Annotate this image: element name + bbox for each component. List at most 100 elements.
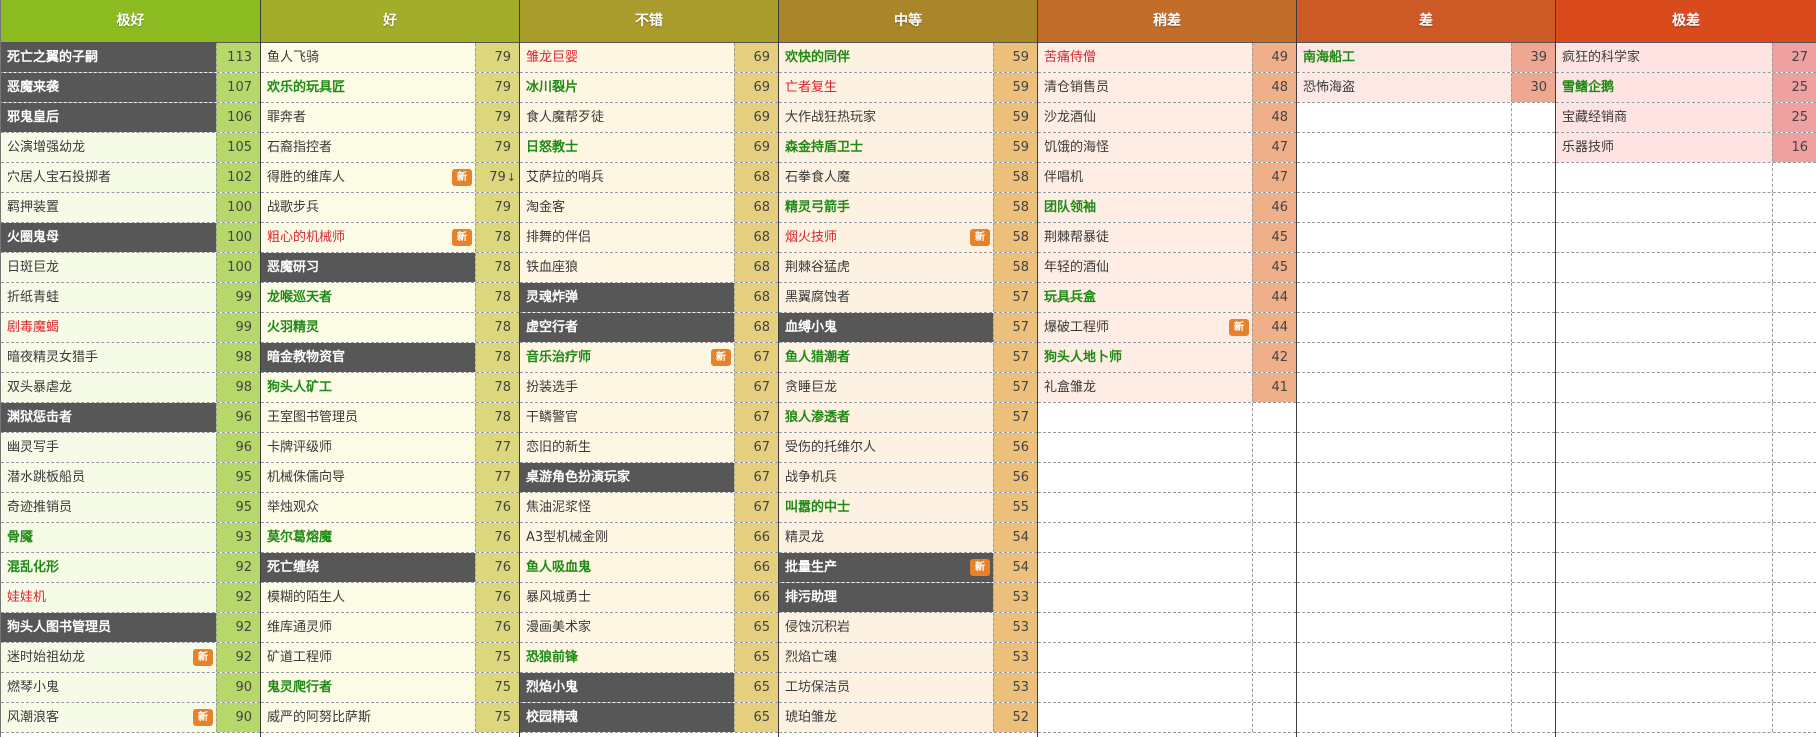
card-row[interactable]: 干鳞警官 67 [520, 403, 778, 433]
card-name[interactable]: 爆破工程师 [1038, 313, 1252, 342]
card-row[interactable]: 羁押装置 100 [1, 193, 260, 223]
card-row[interactable]: 排污助理 53 [779, 583, 1037, 613]
card-row[interactable]: 粗心的机械师新 78 [261, 223, 519, 253]
card-row[interactable]: 灵魂炸弹 68 [520, 283, 778, 313]
card-name[interactable]: 乐器技师 [1556, 133, 1772, 162]
tier-header[interactable]: 稍差 [1038, 0, 1296, 43]
card-row[interactable]: 冰川裂片 69 [520, 73, 778, 103]
card-row[interactable]: 欢乐的玩具匠 79 [261, 73, 519, 103]
card-name[interactable]: 排污助理 [779, 583, 993, 612]
card-row[interactable]: 剧毒魔蝎 99 [1, 313, 260, 343]
card-name[interactable]: 狗头人图书管理员 [1, 613, 216, 642]
card-name[interactable]: 恶魔研习 [261, 253, 475, 282]
card-row[interactable]: 扮装选手 67 [520, 373, 778, 403]
card-name[interactable]: 艾萨拉的哨兵 [520, 163, 734, 192]
card-row[interactable]: 团队领袖 46 [1038, 193, 1296, 223]
card-row[interactable]: 迷时始祖幼龙新 92 [1, 643, 260, 673]
card-row[interactable]: 暴风城勇士 66 [520, 583, 778, 613]
tier-header[interactable]: 不错 [520, 0, 778, 43]
card-name[interactable]: 得胜的维库人 [261, 163, 475, 192]
card-row[interactable]: 混乱化形 92 [1, 553, 260, 583]
card-row[interactable]: 叫嚣的中士 55 [779, 493, 1037, 523]
card-row[interactable]: 漫画美术家 65 [520, 613, 778, 643]
card-row[interactable]: 石拳食人魔 58 [779, 163, 1037, 193]
card-row[interactable]: 死亡缠绕 76 [261, 553, 519, 583]
card-row[interactable]: 烈焰小鬼 65 [520, 673, 778, 703]
card-row[interactable]: 荆棘谷猛虎 58 [779, 253, 1037, 283]
card-name[interactable]: 烈焰亡魂 [779, 643, 993, 672]
card-name[interactable]: 欢乐的玩具匠 [261, 73, 475, 102]
card-name[interactable]: 饥饿的海怪 [1038, 133, 1252, 162]
card-row[interactable]: 批量生产新 54 [779, 553, 1037, 583]
card-row[interactable]: 战争机兵 56 [779, 463, 1037, 493]
card-name[interactable]: 宝藏经销商 [1556, 103, 1772, 132]
card-name[interactable]: 恐怖海盗 [1297, 73, 1511, 102]
card-row[interactable]: 模糊的陌生人 76 [261, 583, 519, 613]
card-name[interactable]: 骨魇 [1, 523, 216, 552]
card-name[interactable]: 荆棘帮暴徒 [1038, 223, 1252, 252]
card-name[interactable]: 雪鳍企鹅 [1556, 73, 1772, 102]
card-row[interactable]: 公演增强幼龙 105 [1, 133, 260, 163]
card-name[interactable]: 羁押装置 [1, 193, 216, 222]
card-name[interactable]: 维库通灵师 [261, 613, 475, 642]
card-row[interactable]: 恐狼前锋 65 [520, 643, 778, 673]
card-name[interactable]: 鱼人吸血鬼 [520, 553, 734, 582]
card-row[interactable]: 虚空行者 68 [520, 313, 778, 343]
card-name[interactable]: 暴风城勇士 [520, 583, 734, 612]
card-name[interactable]: 玩具兵盒 [1038, 283, 1252, 312]
card-name[interactable]: 荆棘谷猛虎 [779, 253, 993, 282]
card-row[interactable]: A3型机械金刚 66 [520, 523, 778, 553]
card-name[interactable]: 焦油泥浆怪 [520, 493, 734, 522]
card-row[interactable]: 烈焰亡魂 53 [779, 643, 1037, 673]
card-name[interactable]: 食人魔帮歹徒 [520, 103, 734, 132]
card-name[interactable]: 校园精魂 [520, 703, 734, 732]
card-name[interactable]: 战争机兵 [779, 463, 993, 492]
card-name[interactable]: 烟火技师 [779, 223, 993, 252]
card-row[interactable]: 罪奔者 79 [261, 103, 519, 133]
card-name[interactable]: A3型机械金刚 [520, 523, 734, 552]
card-name[interactable]: 烈焰小鬼 [520, 673, 734, 702]
card-row[interactable]: 火圈鬼母 100 [1, 223, 260, 253]
card-row[interactable]: 荆棘帮暴徒 45 [1038, 223, 1296, 253]
card-name[interactable]: 死亡缠绕 [261, 553, 475, 582]
card-row[interactable]: 双头暴虐龙 98 [1, 373, 260, 403]
card-row[interactable]: 侵蚀沉积岩 53 [779, 613, 1037, 643]
card-row[interactable]: 娃娃机 92 [1, 583, 260, 613]
card-name[interactable]: 罪奔者 [261, 103, 475, 132]
card-row[interactable]: 黑翼腐蚀者 57 [779, 283, 1037, 313]
card-name[interactable]: 团队领袖 [1038, 193, 1252, 222]
card-row[interactable]: 乐器技师 16 [1556, 133, 1816, 163]
card-row[interactable]: 南海船工 39 [1297, 43, 1555, 73]
card-row[interactable]: 日怒教士 69 [520, 133, 778, 163]
card-row[interactable]: 鱼人飞骑 79 [261, 43, 519, 73]
tier-header[interactable]: 中等 [779, 0, 1037, 43]
card-row[interactable]: 恋旧的新生 67 [520, 433, 778, 463]
card-row[interactable]: 桌游角色扮演玩家 67 [520, 463, 778, 493]
card-row[interactable]: 血缚小鬼 57 [779, 313, 1037, 343]
card-name[interactable]: 批量生产 [779, 553, 993, 582]
card-row[interactable]: 恶魔来袭 107 [1, 73, 260, 103]
card-name[interactable]: 渊狱惩击者 [1, 403, 216, 432]
card-row[interactable]: 艾萨拉的哨兵 68 [520, 163, 778, 193]
card-row[interactable]: 奇迹推销员 95 [1, 493, 260, 523]
card-row[interactable]: 邪鬼皇后 106 [1, 103, 260, 133]
card-name[interactable]: 石裔指控者 [261, 133, 475, 162]
card-name[interactable]: 工坊保洁员 [779, 673, 993, 702]
card-name[interactable]: 叫嚣的中士 [779, 493, 993, 522]
card-row[interactable]: 恶魔研习 78 [261, 253, 519, 283]
card-row[interactable]: 卡牌评级师 77 [261, 433, 519, 463]
card-row[interactable]: 工坊保洁员 53 [779, 673, 1037, 703]
card-name[interactable]: 扮装选手 [520, 373, 734, 402]
card-row[interactable]: 死亡之翼的子嗣 113 [1, 43, 260, 73]
card-row[interactable]: 琥珀雏龙 52 [779, 703, 1037, 733]
card-name[interactable]: 亡者复生 [779, 73, 993, 102]
card-name[interactable]: 雏龙巨婴 [520, 43, 734, 72]
card-name[interactable]: 精灵弓箭手 [779, 193, 993, 222]
card-row[interactable]: 大作战狂热玩家 59 [779, 103, 1037, 133]
card-row[interactable]: 暗金教物资官 78 [261, 343, 519, 373]
tier-header[interactable]: 极差 [1556, 0, 1816, 43]
card-name[interactable]: 精灵龙 [779, 523, 993, 552]
card-name[interactable]: 琥珀雏龙 [779, 703, 993, 732]
card-name[interactable]: 卡牌评级师 [261, 433, 475, 462]
card-name[interactable]: 侵蚀沉积岩 [779, 613, 993, 642]
